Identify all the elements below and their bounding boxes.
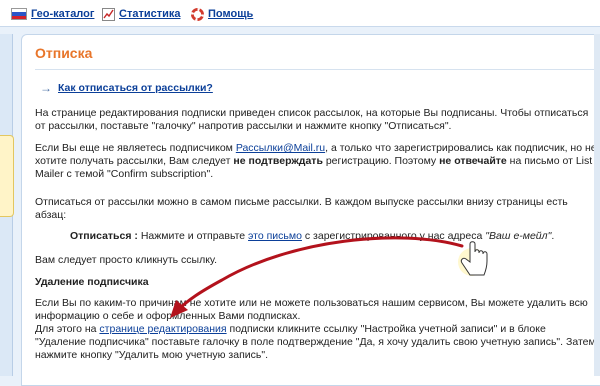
nav-geo-catalog[interactable]: Гео-каталог: [11, 6, 94, 22]
lifebuoy-icon: [191, 7, 204, 21]
paragraph-click-link: Вам следует просто кликнуть ссылку.: [35, 254, 218, 266]
scrollbar-track[interactable]: [594, 34, 600, 376]
howto-row: → Как отписаться от рассылки?: [40, 81, 213, 95]
p6-text-a: Для этого на: [35, 323, 100, 335]
p2-bold-not-reply: не отвечайте: [439, 155, 507, 167]
mail-ru-lists-link[interactable]: Рассылки@Mail.ru: [236, 142, 325, 154]
quote-text-a: Нажмите и отправьте: [137, 230, 249, 242]
edit-page-link[interactable]: странице редактирования: [99, 323, 226, 335]
content-panel: Отписка → Как отписаться от рассылки? На…: [21, 34, 600, 386]
nav-geo-catalog-label: Гео-каталог: [31, 8, 95, 20]
p2-bold-not-confirm: не подтверждать: [233, 155, 323, 167]
paragraph-unsubscribe-in-letter: Отписаться от рассылки можно в самом пис…: [35, 196, 568, 221]
nav-help-label: Помощь: [208, 8, 254, 20]
nav-help[interactable]: Помощь: [191, 6, 253, 22]
right-arrow-icon: →: [40, 81, 52, 95]
title-divider: [35, 69, 600, 70]
nav-statistics-label: Статистика: [119, 8, 181, 20]
top-nav-bar: Гео-каталог Статистика Помощь: [0, 0, 600, 27]
this-letter-link[interactable]: это письмо: [248, 230, 302, 242]
quote-text-c: .: [551, 230, 555, 242]
p2-text-c: регистрацию. Поэтому: [322, 155, 440, 167]
paragraph-delete-info: Если Вы по каким-то причинам не хотите и…: [35, 297, 588, 322]
chart-icon: [102, 7, 115, 21]
nav-statistics[interactable]: Статистика: [102, 6, 181, 22]
quote-lead: Отписаться :: [70, 230, 138, 242]
unsubscribe-quote: Отписаться : Нажмите и отправьте это пис…: [70, 230, 554, 243]
p2-text-a: Если Вы еще не являетесь подписчиком: [35, 142, 236, 154]
quote-email-placeholder: "Ваш е-мейл": [485, 230, 552, 242]
howto-unsubscribe-link[interactable]: Как отписаться от рассылки?: [58, 82, 213, 94]
paragraph-intro: На странице редактирования подписки прив…: [35, 107, 589, 132]
russia-flag-icon: [11, 8, 27, 20]
quote-text-b: с зарегистрированного у нас адреса: [301, 230, 486, 242]
paragraph-delete-steps: Для этого на странице редактирования под…: [35, 323, 597, 362]
left-rail-highlight: [0, 135, 14, 217]
delete-subscriber-heading: Удаление подписчика: [35, 276, 149, 288]
page-title: Отписка: [35, 45, 93, 61]
paragraph-not-subscriber: Если Вы еще не являетесь подписчиком Рас…: [35, 142, 597, 181]
